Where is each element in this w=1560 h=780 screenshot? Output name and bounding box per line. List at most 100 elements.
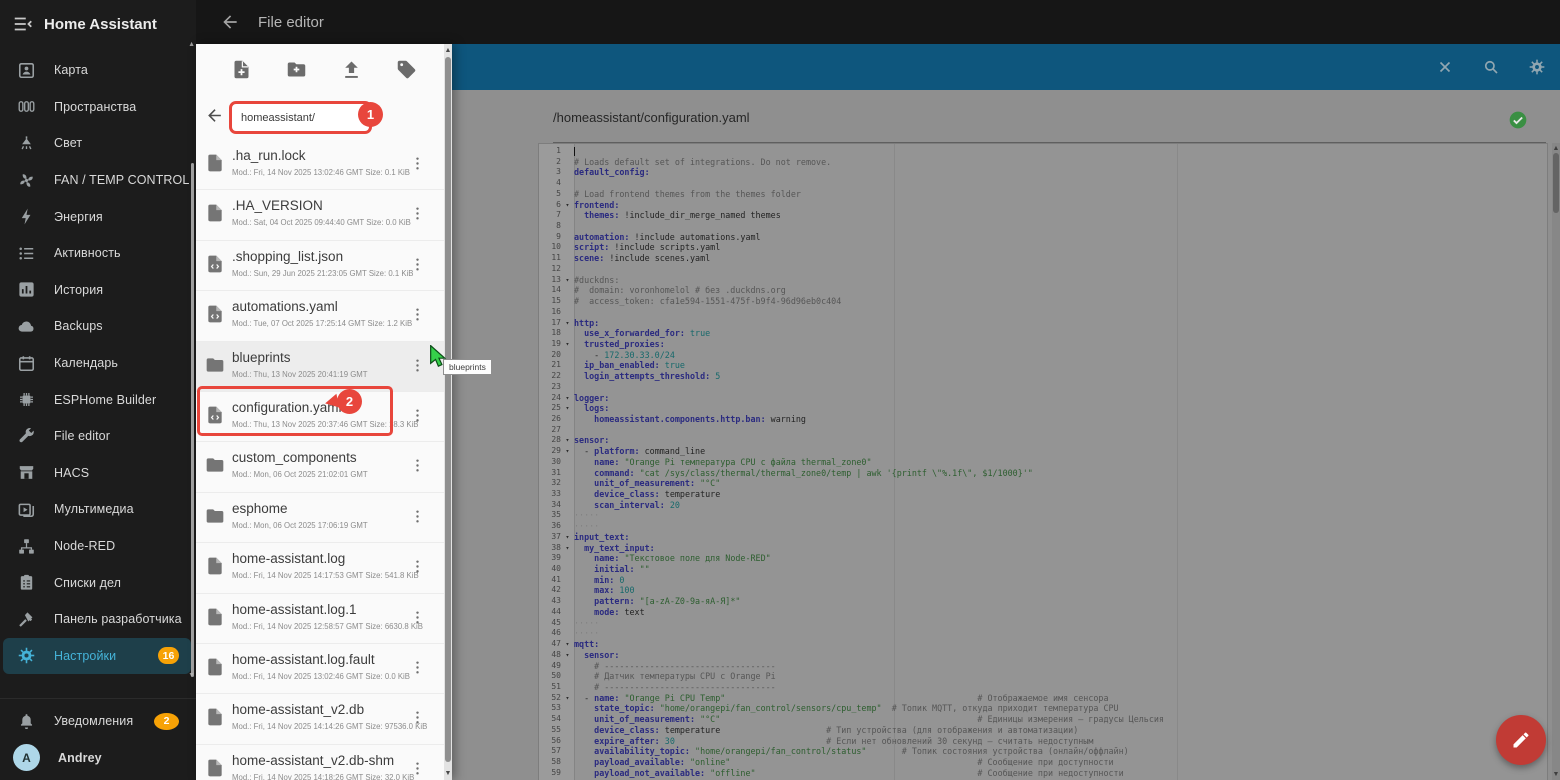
drawer-scrollbar[interactable]: ▲ ▼ (444, 44, 452, 780)
menu-dots-icon[interactable] (409, 357, 426, 374)
file-name: home-assistant.log (232, 551, 346, 567)
menu-dots-icon[interactable] (409, 256, 426, 273)
file-row-home-assistant_v2.db-shm[interactable]: home-assistant_v2.db-shm Mod.: Fri, 14 No… (196, 745, 444, 780)
tag-icon[interactable] (396, 59, 417, 80)
filename-field[interactable]: /homeassistant/configuration.yaml (553, 102, 1546, 144)
back-arrow-icon[interactable] (220, 12, 240, 32)
sidebar-item-настройки[interactable]: Настройки 16 (3, 637, 191, 675)
file-row-.shopping_list.json[interactable]: .shopping_list.json Mod.: Sun, 29 Jun 202… (196, 241, 444, 292)
sidebar-item-backups[interactable]: Backups (3, 308, 191, 345)
file-row-.HA_VERSION[interactable]: .HA_VERSION Mod.: Sat, 04 Oct 2025 09:44:… (196, 190, 444, 241)
filename-text: /homeassistant/configuration.yaml (553, 110, 750, 125)
drawer-scroll-thumb[interactable] (445, 57, 451, 762)
file-row-home-assistant.log[interactable]: home-assistant.log Mod.: Fri, 14 Nov 2025… (196, 543, 444, 594)
code-line-6: 6 ▾ frontend: (539, 200, 1547, 211)
fold-arrow-icon[interactable]: ▾ (561, 275, 574, 286)
sidebar-toggle-icon[interactable] (12, 13, 34, 35)
line-number: 14 (551, 285, 561, 295)
editor-scrollbar[interactable]: ▲ ▼ (1552, 143, 1560, 780)
menu-dots-icon[interactable] (409, 508, 426, 525)
code-line-28: 28 ▾ sensor: (539, 435, 1547, 446)
menu-dots-icon[interactable] (409, 709, 426, 726)
menu-dots-icon[interactable] (409, 609, 426, 626)
sidebar-item-node-red[interactable]: Node-RED (3, 528, 191, 565)
sidebar-item-история[interactable]: История (3, 272, 191, 309)
line-number: 37 (551, 531, 561, 541)
fold-arrow-icon[interactable]: ▾ (561, 532, 574, 543)
file-row-home-assistant.log.1[interactable]: home-assistant.log.1 Mod.: Fri, 14 Nov 20… (196, 594, 444, 644)
fold-arrow-icon[interactable]: ▾ (561, 693, 574, 704)
file-code-icon (205, 254, 225, 274)
sidebar-item-label: Node-RED (54, 539, 116, 554)
upload-icon[interactable] (341, 59, 362, 80)
menu-dots-icon[interactable] (409, 407, 426, 424)
sidebar-item-fan-temp-control[interactable]: FAN / TEMP CONTROL (3, 162, 191, 199)
sidebar-item-notifications[interactable]: Уведомления 2 (3, 703, 191, 740)
scroll-up-icon[interactable]: ▲ (1552, 145, 1560, 152)
file-row-esphome[interactable]: esphome Mod.: Mon, 06 Oct 2025 17:06:19 G… (196, 493, 444, 544)
sidebar-scroll-up-icon[interactable]: ▲ (188, 41, 195, 48)
file-row-blueprints[interactable]: blueprints Mod.: Thu, 13 Nov 2025 20:41:1… (196, 341, 444, 392)
close-icon[interactable] (1436, 58, 1454, 76)
new-file-icon[interactable] (231, 59, 252, 80)
fold-arrow-icon[interactable]: ▾ (561, 543, 574, 554)
search-icon[interactable] (1482, 58, 1500, 76)
sidebar-item-списки-дел[interactable]: Списки дел (3, 564, 191, 601)
sidebar-item-мультимедиа[interactable]: Мультимедиа (3, 491, 191, 528)
folder-up-icon[interactable] (205, 106, 224, 125)
code-text: min: 0 (594, 574, 625, 585)
editor-scroll-thumb[interactable] (1553, 153, 1559, 213)
file-row-home-assistant_v2.db[interactable]: home-assistant_v2.db Mod.: Fri, 14 Nov 20… (196, 694, 444, 745)
scroll-down-icon[interactable]: ▼ (1552, 771, 1560, 778)
gear-icon[interactable] (1528, 58, 1546, 76)
menu-dots-icon[interactable] (409, 659, 426, 676)
menu-dots-icon[interactable] (409, 155, 426, 172)
menu-dots-icon[interactable] (409, 558, 426, 575)
edit-fab-button[interactable] (1496, 715, 1546, 765)
drawer-scroll-up-icon[interactable]: ▲ (444, 47, 452, 54)
new-folder-icon[interactable] (286, 59, 307, 80)
fold-arrow-icon[interactable]: ▾ (561, 446, 574, 457)
fold-arrow-icon[interactable]: ▾ (561, 318, 574, 329)
sidebar-item-пространства[interactable]: Пространства (3, 89, 191, 126)
code-text: - name: "Orange Pi CPU Temp" # Отображае… (574, 692, 1109, 703)
file-row-home-assistant.log.fault[interactable]: home-assistant.log.fault Mod.: Fri, 14 No… (196, 644, 444, 695)
sidebar-item-свет[interactable]: Свет (3, 125, 191, 162)
menu-dots-icon[interactable] (409, 306, 426, 323)
sidebar-item-hacs[interactable]: HACS (3, 455, 191, 492)
code-line-20: 20 - 172.30.33.0/24 (539, 350, 1547, 361)
fold-arrow-icon[interactable]: ▾ (561, 639, 574, 650)
drawer-toolbar (196, 44, 452, 94)
sidebar-item-карта[interactable]: Карта (3, 52, 191, 89)
menu-dots-icon[interactable] (409, 760, 426, 777)
sidebar-item-энергия[interactable]: Энергия (3, 198, 191, 235)
sidebar-item-esphome-builder[interactable]: ESPHome Builder (3, 381, 191, 418)
fold-arrow-icon[interactable]: ▾ (561, 403, 574, 414)
file-browser-drawer: homeassistant/ 1 .ha_run.lock Mod.: Fri, … (196, 44, 452, 780)
file-name: automations.yaml (232, 299, 338, 315)
file-row-custom_components[interactable]: custom_components Mod.: Mon, 06 Oct 2025 … (196, 442, 444, 493)
path-input[interactable]: homeassistant/ (229, 101, 372, 134)
fold-arrow-icon[interactable]: ▾ (561, 200, 574, 211)
menu-dots-icon[interactable] (409, 457, 426, 474)
file-row-.ha_run.lock[interactable]: .ha_run.lock Mod.: Fri, 14 Nov 2025 13:02… (196, 140, 444, 191)
drawer-scroll-down-icon[interactable]: ▼ (444, 770, 452, 777)
sidebar-item-панель-разработчика[interactable]: Панель разработчика (3, 601, 191, 638)
sidebar-user[interactable]: A Andrey (3, 739, 191, 776)
code-editor[interactable]: 1 2 # Loads default set of integrations. D… (538, 143, 1548, 780)
code-text: state_topic: "home/orangepi/fan_control/… (594, 703, 1119, 714)
fold-arrow-icon[interactable]: ▾ (561, 435, 574, 446)
fold-arrow-icon[interactable]: ▾ (561, 650, 574, 661)
sidebar-item-file-editor[interactable]: File editor (3, 418, 191, 455)
fold-arrow-icon[interactable]: ▾ (561, 339, 574, 350)
line-number: 54 (551, 714, 561, 724)
file-row-configuration.yaml[interactable]: configuration.yaml Mod.: Thu, 13 Nov 2025… (196, 392, 444, 443)
line-number: 6 (556, 199, 561, 209)
sidebar-item-календарь[interactable]: Календарь (3, 345, 191, 382)
fold-arrow-icon[interactable]: ▾ (561, 393, 574, 404)
sidebar-item-активность[interactable]: Активность (3, 235, 191, 272)
menu-dots-icon[interactable] (409, 205, 426, 222)
file-row-automations.yaml[interactable]: automations.yaml Mod.: Tue, 07 Oct 2025 1… (196, 291, 444, 342)
tooltip: blueprints (443, 359, 492, 375)
sidebar-scrollbar[interactable] (191, 163, 194, 677)
